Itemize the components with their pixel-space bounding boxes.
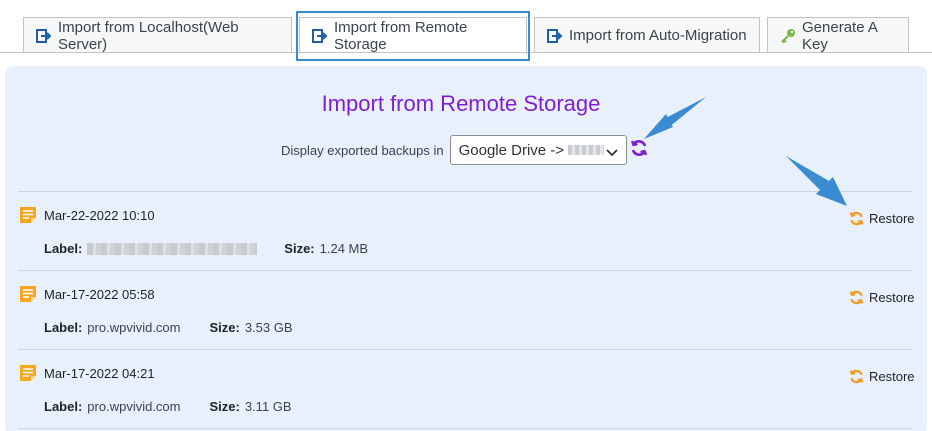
backup-date: Mar-17-2022 04:21 — [44, 366, 155, 381]
redacted-folder-name — [568, 145, 605, 155]
size-value: 3.11 GB — [244, 399, 292, 414]
backup-date: Mar-22-2022 10:10 — [44, 208, 155, 223]
tab-label: Import from Localhost(Web Server) — [58, 18, 239, 53]
import-arrow-icon — [547, 28, 563, 43]
restore-icon — [849, 369, 864, 384]
key-icon — [780, 28, 796, 44]
restore-icon — [849, 211, 864, 226]
size-value: 1.24 MB — [319, 241, 369, 256]
divider — [18, 270, 913, 271]
backup-file-icon — [19, 364, 37, 382]
storage-select[interactable]: Google Drive -> — [449, 135, 627, 165]
size-value: 3.53 GB — [244, 320, 293, 335]
divider — [18, 428, 913, 429]
restore-label: Restore — [869, 211, 915, 226]
redacted-label — [87, 243, 258, 255]
tab-import-localhost[interactable]: Import from Localhost(Web Server) — [23, 17, 292, 53]
size-key: Size: — [209, 320, 240, 335]
chevron-down-icon — [605, 145, 618, 162]
label-key: Label: — [44, 399, 83, 414]
divider — [18, 191, 913, 192]
import-arrow-icon — [36, 28, 52, 43]
label-key: Label: — [44, 320, 83, 335]
divider — [18, 349, 913, 350]
tab-generate-key[interactable]: Generate A Key — [767, 17, 909, 53]
backup-meta: Label: pro.wpvivid.com Size: 3.11 GB — [44, 399, 292, 414]
backup-date: Mar-17-2022 05:58 — [44, 287, 155, 302]
restore-label: Restore — [869, 290, 915, 305]
storage-filter: Display exported backups in Google Drive… — [281, 135, 627, 165]
label-value: pro.wpvivid.com — [87, 399, 181, 414]
backup-file-icon — [19, 285, 37, 303]
page-title: Import from Remote Storage — [321, 91, 601, 116]
restore-button[interactable]: Restore — [848, 210, 915, 227]
label-key: Label: — [44, 241, 83, 256]
filter-label: Display exported backups in — [281, 142, 444, 158]
backup-meta: Label: Size: 1.24 MB — [44, 241, 368, 256]
backup-meta: Label: pro.wpvivid.com Size: 3.53 GB — [44, 320, 293, 335]
storage-select-value: Google Drive -> — [458, 141, 565, 159]
tab-label: Import from Auto-Migration — [569, 27, 747, 44]
tab-import-auto-migration[interactable]: Import from Auto-Migration — [534, 17, 760, 53]
restore-label: Restore — [869, 369, 915, 384]
backup-file-icon — [19, 206, 37, 224]
restore-button[interactable]: Restore — [848, 368, 915, 385]
active-tab-highlight — [296, 11, 530, 61]
tab-label: Generate A Key — [802, 18, 878, 53]
restore-icon — [849, 290, 864, 305]
restore-button[interactable]: Restore — [848, 289, 915, 306]
label-value: pro.wpvivid.com — [87, 320, 181, 335]
size-key: Size: — [209, 399, 240, 414]
size-key: Size: — [284, 241, 315, 256]
refresh-icon[interactable] — [629, 138, 649, 158]
